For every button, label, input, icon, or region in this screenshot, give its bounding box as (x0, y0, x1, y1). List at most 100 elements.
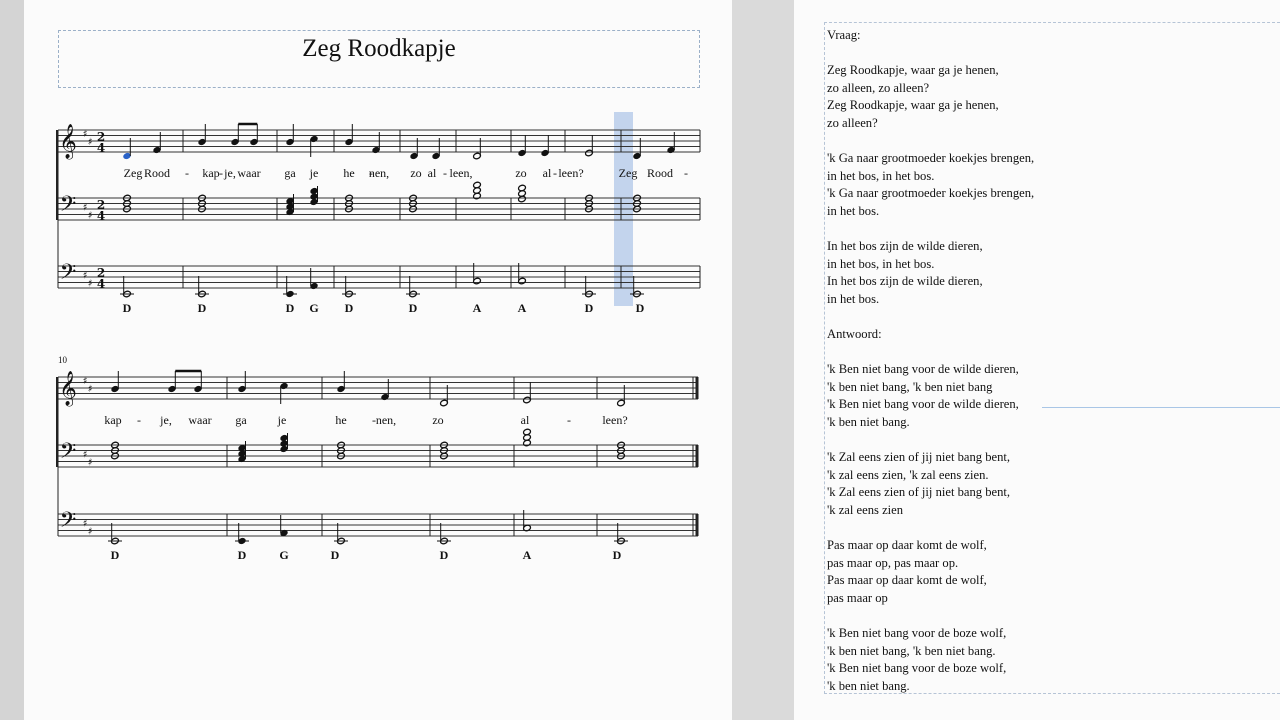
bass-staff-1 (58, 197, 700, 221)
lyric-line: Antwoord: (827, 327, 882, 342)
lyric-line: 'k ben niet bang, 'k ben niet bang (827, 379, 993, 394)
score-page[interactable]: Zeg Rood kap je 𝄞 𝄢 𝄢 ♯ ♯ ♯ ♯ ♯ ♯ 2 4 2 4 2 4 Zeg Rood - kap… (24, 0, 732, 720)
lyric-blank-line (827, 432, 1267, 450)
bass-staff-2 (58, 513, 698, 537)
lyric-syllable: - (443, 166, 447, 180)
lyric-syllable: he (343, 166, 354, 180)
score-canvas[interactable]: 𝄞𝄢𝄢♯♯♯♯♯♯242424Zeg Rood - kap - je, waar ga je he… (24, 0, 732, 720)
time-signature-bottom: 4 (97, 277, 105, 291)
sharp-icon: ♯ (88, 279, 93, 290)
lyric-syllable: je, (159, 413, 172, 427)
lyric-syllable: leen? (558, 166, 583, 180)
chord-symbol: D (440, 548, 449, 562)
lyric-syllable: - (219, 166, 223, 180)
treble-clef-icon: 𝄞 (59, 371, 77, 407)
chord-symbol: A (473, 301, 482, 315)
lyric-syllable: Zeg (124, 166, 143, 180)
lyric-syllable: kap (104, 413, 121, 427)
lyric-line: 'k zal eens zien (827, 503, 904, 518)
lyric-syllable: je (309, 166, 319, 180)
lyric-syllable: kap (202, 166, 219, 180)
lyric-syllable: zo (410, 166, 421, 180)
lyric-line: 'k Ben niet bang voor de wilde dieren, (827, 362, 1019, 377)
lyric-syllable: je, (223, 166, 236, 180)
bass-clef-icon: 𝄢 (60, 192, 77, 222)
sharp-icon: ♯ (88, 137, 93, 148)
lyrics-page[interactable]: Vraag: Zeg Roodkapje, waar ga je henen, zo… (794, 0, 1280, 720)
lyric-blank-line (827, 608, 1267, 626)
chord-symbol: A (518, 301, 527, 315)
time-signature-bottom: 4 (97, 141, 105, 155)
lyric-line: 'k Ben niet bang voor de boze wolf, (827, 661, 1007, 676)
lyric-line: 'k ben niet bang. (827, 415, 910, 430)
lyric-syllable: al (428, 166, 437, 180)
lyric-syllable: Rood (144, 166, 170, 180)
lyric-line: 'k Zal eens zien of jij niet bang bent, (827, 485, 1011, 500)
lyric-line: 'k ben niet bang, 'k ben niet bang. (827, 643, 996, 658)
lyric-syllable: zo (515, 166, 526, 180)
lyric-blank-line (827, 221, 1267, 239)
lyric-line: 'k Ga naar grootmoeder koekjes brengen, (827, 151, 1035, 166)
lyric-syllable: nen, (369, 166, 389, 180)
lyric-syllable: al (543, 166, 552, 180)
lyric-line: in het bos. (827, 203, 880, 218)
chord-symbol: D (613, 548, 622, 562)
lyric-line: zo alleen? (827, 115, 878, 130)
lyric-line: zo alleen, zo alleen? (827, 80, 930, 95)
lyric-syllable: ga (284, 166, 296, 180)
lyric-line: 'k ben niet bang. (827, 678, 910, 693)
lyric-line: in het bos. (827, 291, 880, 306)
lyric-syllable: al (521, 413, 530, 427)
lyric-syllable: - (684, 166, 688, 180)
chord-symbol: D (286, 301, 295, 315)
chord-symbol: D (345, 301, 354, 315)
lyric-line: Zeg Roodkapje, waar ga je henen, (827, 98, 999, 113)
chord-symbol: D (409, 301, 418, 315)
lyric-line: 'k Ben niet bang voor de wilde dieren, (827, 397, 1019, 412)
chord-symbol: G (279, 548, 288, 562)
lyric-line: 'k zal eens zien, 'k zal eens zien. (827, 467, 989, 482)
chord-symbol: A (523, 548, 532, 562)
lyric-blank-line (827, 309, 1267, 327)
lyric-syllable: waar (237, 166, 260, 180)
lyric-line: Pas maar op daar komt de wolf, (827, 573, 987, 588)
lyric-line: 'k Ben niet bang voor de boze wolf, (827, 626, 1007, 641)
lyric-line: in het bos, in het bos. (827, 168, 935, 183)
lyric-syllable: nen, (376, 413, 396, 427)
lyric-line: 'k Zal eens zien of jij niet bang bent, (827, 450, 1011, 465)
lyric-line: 'k Ga naar grootmoeder koekjes brengen, (827, 186, 1035, 201)
sharp-icon: ♯ (88, 458, 93, 469)
page-gap (732, 0, 794, 720)
lyrics-text[interactable]: Vraag: Zeg Roodkapje, waar ga je henen, zo… (827, 27, 1267, 696)
lyric-syllable: ga (235, 413, 247, 427)
lyric-line: Pas maar op daar komt de wolf, (827, 538, 987, 553)
lyric-syllable: he (335, 413, 346, 427)
lyric-syllable: leen, (450, 166, 473, 180)
lyric-syllable: zo (432, 413, 443, 427)
lyric-syllable: - (185, 166, 189, 180)
lyric-blank-line (827, 520, 1267, 538)
chord-symbol: D (111, 548, 120, 562)
lyric-blank-line (827, 344, 1267, 362)
sharp-icon: ♯ (88, 211, 93, 222)
treble-clef-icon: 𝄞 (59, 124, 77, 160)
lyric-syllable: leen? (602, 413, 627, 427)
bass-clef-icon: 𝄢 (60, 439, 77, 469)
treble-staff (58, 376, 698, 400)
lyric-syllable: - (553, 166, 557, 180)
lyric-syllable: Zeg (619, 166, 638, 180)
chord-symbol: D (123, 301, 132, 315)
bass-clef-icon: 𝄢 (60, 260, 77, 290)
lyric-syllable: - (137, 413, 141, 427)
chord-symbol: D (198, 301, 207, 315)
lyric-line: pas maar op (827, 591, 888, 605)
lyric-syllable: - (567, 413, 571, 427)
bass-clef-icon: 𝄢 (60, 508, 77, 538)
lyric-syllable: waar (188, 413, 211, 427)
lyric-line: In het bos zijn de wilde dieren, (827, 274, 983, 289)
lyric-line: Vraag: (827, 28, 861, 42)
lyric-blank-line (827, 45, 1267, 63)
chord-symbol: D (636, 301, 645, 315)
lyric-line: pas maar op, pas maar op. (827, 555, 959, 570)
text-cursor-guide (1042, 407, 1280, 408)
